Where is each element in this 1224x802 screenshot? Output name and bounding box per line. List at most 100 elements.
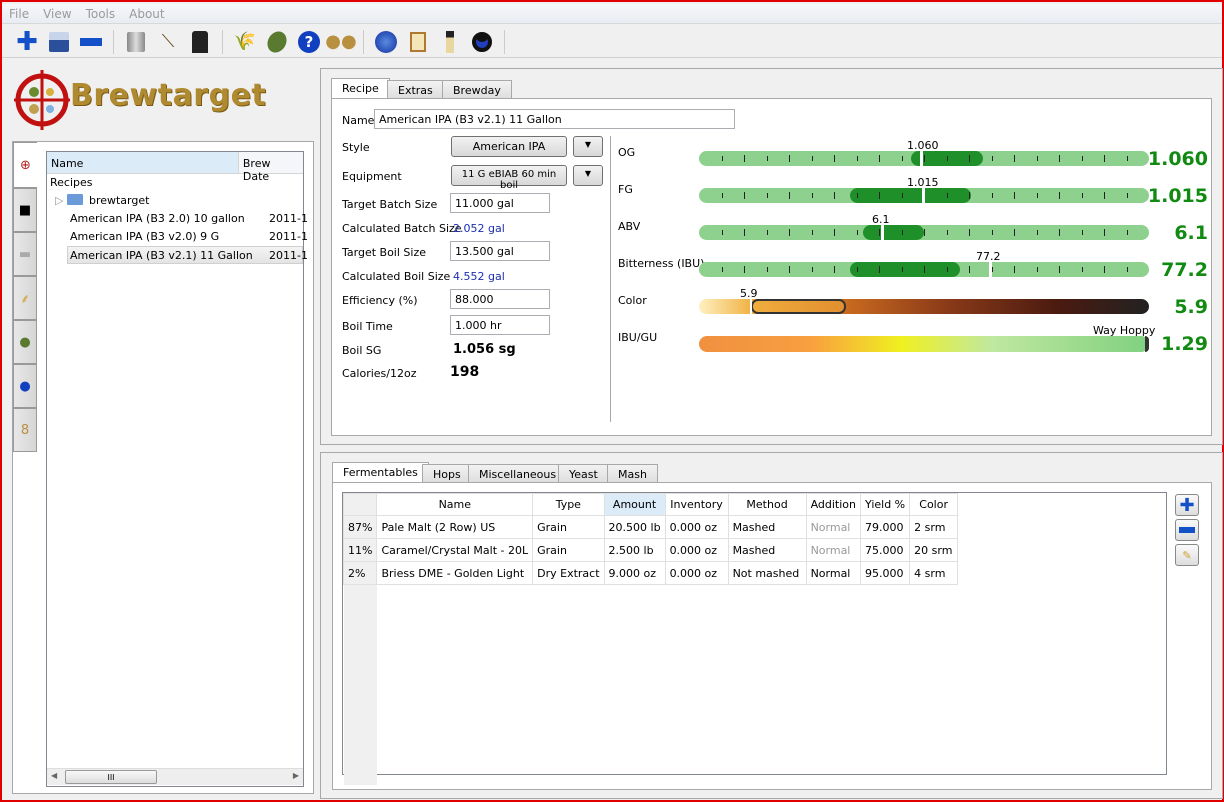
tab-misc[interactable]: ● [13,364,37,408]
remove-icon[interactable] [78,29,104,55]
tab-recipes[interactable]: ⊕ [13,142,37,188]
cell-name[interactable]: Pale Malt (2 Row) US [376,515,534,539]
cell-color[interactable]: 20 srm [909,538,959,562]
cell-amount[interactable]: 20.500 lb [603,515,666,539]
col-name[interactable]: Name [47,152,239,173]
style-button[interactable]: American IPA [451,136,567,157]
gauge-tick [1059,229,1060,236]
cell-name[interactable]: Briess DME - Golden Light [376,561,534,585]
refractometer-icon[interactable] [469,29,495,55]
efficiency-input[interactable]: 88.000 [450,289,550,309]
cell-addition[interactable]: Normal [805,561,862,585]
col-brew-date[interactable]: Brew Date [239,152,303,183]
expand-arrow-icon[interactable]: ▷ [55,194,67,207]
fermentables-icon[interactable]: 🌾 [232,29,258,55]
col-color[interactable]: Color [909,493,959,516]
target-batch-input[interactable]: 11.000 gal [450,193,550,213]
cell-yield[interactable]: 75.000 [859,538,911,562]
cell-inventory[interactable]: 0.000 oz [664,538,729,562]
style-dropdown-icon[interactable]: ▼ [573,136,603,157]
table-row[interactable]: 2% Briess DME - Golden Light Dry Extract 9.… [342,561,959,585]
cell-addition[interactable]: Normal [805,515,862,539]
tree-root[interactable]: Recipes [47,174,303,192]
tree-folder[interactable]: ▷ brewtarget [47,192,303,210]
menu-file[interactable]: File [2,4,36,21]
tree-recipe-selected[interactable]: American IPA (B3 v2.1) 11 Gallon 2011-1 [67,246,308,264]
col-method[interactable]: Method [727,493,807,516]
menu-tools[interactable]: Tools [79,4,123,21]
tab-yeast[interactable]: 8 [13,408,37,452]
recipe-tree[interactable]: Name Brew Date Recipes ▷ brewtarget Amer… [46,151,308,787]
edit-fermentable-button[interactable]: ✎ [1175,544,1199,566]
col-amount[interactable]: Amount [603,493,666,516]
equipment-dropdown-icon[interactable]: ▼ [573,165,603,186]
cell-method[interactable]: Mashed [727,515,807,539]
cell-amount[interactable]: 2.500 lb [603,538,666,562]
cell-color[interactable]: 4 srm [909,561,959,585]
tab-extras[interactable]: Extras [387,80,444,100]
hops-icon[interactable] [263,27,291,56]
tree-recipe[interactable]: American IPA (B3 v2.0) 9 G 2011-1 [47,228,308,246]
tree-recipe[interactable]: American IPA (B3 2.0) 10 gallon 2011-1 [47,210,308,228]
tab-fermentables[interactable]: Fermentables [332,462,429,484]
cell-inventory[interactable]: 0.000 oz [664,561,729,585]
cell-addition[interactable]: Normal [805,538,862,562]
add-fermentable-button[interactable]: ✚ [1175,494,1199,516]
cell-color[interactable]: 2 srm [909,515,959,539]
menu-view[interactable]: View [36,4,78,21]
tab-hops[interactable]: Hops [422,464,472,484]
tab-mash[interactable]: Mash [607,464,658,484]
boil-time-input[interactable]: 1.000 hr [450,315,550,335]
hydrometer-icon[interactable] [437,29,463,55]
tab-brewday[interactable]: Brewday [442,80,512,100]
timer-icon[interactable] [373,29,399,55]
style-icon[interactable] [187,29,213,55]
yeast-icon[interactable]: ●● [325,29,356,55]
help-icon[interactable]: ? [296,29,322,55]
gauge-tick [856,267,858,272]
clipboard-icon[interactable] [405,29,431,55]
cell-type[interactable]: Dry Extract [532,561,605,585]
cell-inventory[interactable]: 0.000 oz [664,515,729,539]
tab-miscellaneous[interactable]: Miscellaneous [468,464,568,484]
calc-batch-value: 2.052 gal [453,222,505,235]
cell-yield[interactable]: 79.000 [859,515,911,539]
scroll-left-icon[interactable]: ◀ [51,771,57,780]
fermentables-table[interactable]: Name Type Amount Inventory Method Additi… [342,492,1167,785]
remove-fermentable-button[interactable] [1175,519,1199,541]
col-type[interactable]: Type [532,493,605,516]
target-boil-input[interactable]: 13.500 gal [450,241,550,261]
cell-yield[interactable]: 95.000 [859,561,911,585]
tab-styles[interactable]: ■ [13,188,37,232]
cell-name[interactable]: Caramel/Crystal Malt - 20L [376,538,534,562]
cell-type[interactable]: Grain [532,538,605,562]
cell-method[interactable]: Mashed [727,538,807,562]
col-inventory[interactable]: Inventory [664,493,729,516]
tab-hops[interactable]: ● [13,320,37,364]
menu-about[interactable]: About [122,4,171,21]
recipe-name-input[interactable]: American IPA (B3 v2.1) 11 Gallon [374,109,735,129]
tab-fermentables[interactable]: ⸙ [13,276,37,320]
paddle-icon[interactable]: ⟍ [155,29,181,55]
new-recipe-icon[interactable]: ✚ [14,27,40,57]
save-icon[interactable] [46,29,72,55]
tree-horizontal-scrollbar[interactable]: ◀ III ▶ [47,768,303,785]
cell-amount[interactable]: 9.000 oz [603,561,666,585]
scroll-right-icon[interactable]: ▶ [293,771,299,780]
gauge-tick [744,192,745,199]
equipment-icon[interactable] [123,29,149,55]
table-row[interactable]: 87% Pale Malt (2 Row) US Grain 20.500 lb 0.0… [342,515,959,539]
col-name[interactable]: Name [376,493,534,516]
col-addition[interactable]: Addition [805,493,862,516]
cell-type[interactable]: Grain [532,515,605,539]
cell-method[interactable]: Not mashed [727,561,807,585]
tab-recipe[interactable]: Recipe [331,78,390,100]
scroll-thumb[interactable]: III [65,770,157,784]
col-yield[interactable]: Yield % [859,493,911,516]
table-row[interactable]: 11% Caramel/Crystal Malt - 20L Grain 2.500 … [342,538,959,562]
gauge-tick [969,266,970,273]
tab-equipment[interactable]: ▬ [13,232,37,276]
tab-yeast[interactable]: Yeast [558,464,609,484]
gauge-tick [901,230,903,235]
equipment-button[interactable]: 11 G eBIAB 60 min boil [451,165,567,191]
